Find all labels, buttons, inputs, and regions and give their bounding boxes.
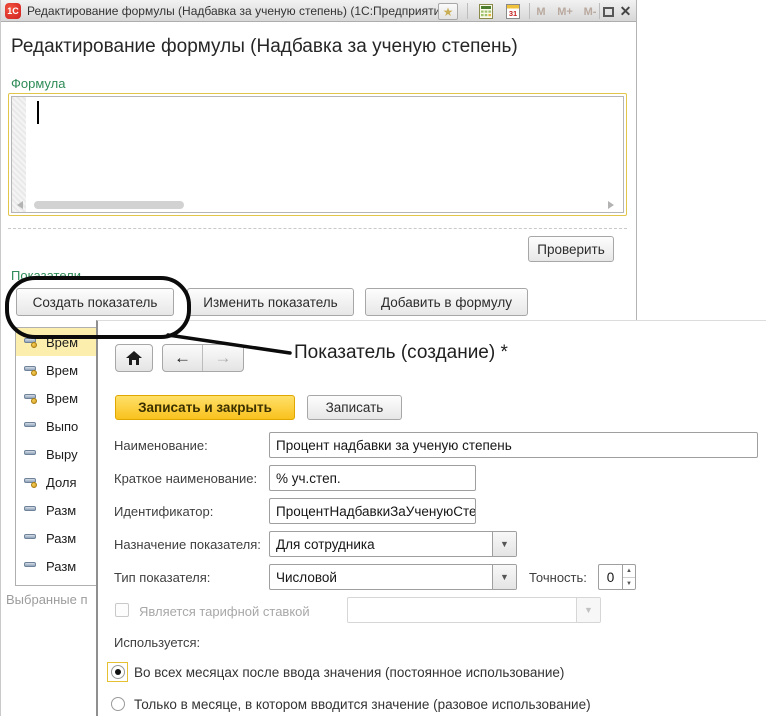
maximize-icon — [603, 7, 614, 17]
window-title: Редактирование формулы (Надбавка за учен… — [27, 4, 451, 18]
maximize-button[interactable] — [601, 3, 615, 20]
indicator-icon — [24, 560, 38, 572]
calendar-button[interactable]: 31 — [504, 3, 522, 20]
home-button[interactable] — [115, 344, 153, 372]
radio-once-label: Только в месяце, в котором вводится знач… — [134, 697, 591, 712]
save-button[interactable]: Записать — [307, 395, 402, 420]
calculator-icon — [479, 4, 493, 19]
chevron-down-icon: ▼ — [576, 598, 600, 622]
memory-subtract-button: M- — [579, 3, 601, 20]
check-formula-button[interactable]: Проверить — [528, 236, 614, 262]
add-to-formula-button[interactable]: Добавить в формулу — [365, 288, 528, 316]
editor-gutter — [12, 97, 26, 212]
favorites-button[interactable]: ★ — [438, 3, 458, 20]
indicator-icon — [24, 420, 38, 432]
memory-recall-button: M — [534, 3, 548, 20]
calendar-icon: 31 — [506, 4, 520, 19]
star-icon: ★ — [443, 5, 454, 19]
tariff-combobox: ▼ — [347, 597, 601, 623]
1c-logo-icon: 1С — [5, 3, 21, 19]
precision-stepper[interactable]: 0 ▲ ▼ — [598, 564, 636, 590]
radio-once-use[interactable] — [111, 697, 125, 711]
scroll-right-arrow-icon[interactable] — [608, 201, 614, 209]
edit-indicator-button[interactable]: Изменить показатель — [187, 288, 354, 316]
spinner-down-icon[interactable]: ▼ — [623, 577, 635, 589]
forward-button: → — [203, 345, 243, 371]
close-button[interactable]: ✕ — [618, 3, 633, 20]
radio-permanent-use[interactable] — [111, 665, 125, 679]
name-label: Наименование: — [114, 438, 208, 453]
formula-editor-area[interactable] — [11, 96, 624, 213]
page-title: Редактирование формулы (Надбавка за учен… — [11, 36, 518, 58]
indicator-icon — [24, 392, 38, 404]
formula-group-label: Формула — [11, 76, 65, 91]
spinner-up-icon[interactable]: ▲ — [623, 565, 635, 577]
type-label: Тип показателя: — [114, 570, 210, 585]
indicator-icon — [24, 364, 38, 376]
indicator-icon — [24, 476, 38, 488]
indicator-icon — [24, 448, 38, 460]
identifier-field[interactable]: ПроцентНадбавкиЗаУченуюСтепе — [269, 498, 476, 524]
indicator-form-window: ← → Показатель (создание) * Записать и з… — [96, 320, 766, 716]
back-button[interactable]: ← — [163, 345, 203, 371]
close-icon: ✕ — [620, 3, 632, 20]
form-window-title: Показатель (создание) * — [294, 342, 508, 364]
selected-indicators-label: Выбранные п — [6, 592, 88, 607]
usage-label: Используется: — [114, 635, 200, 650]
indicator-icon — [24, 336, 38, 348]
short-name-label: Краткое наименование: — [114, 471, 257, 486]
chevron-down-icon[interactable]: ▼ — [492, 532, 516, 556]
purpose-combobox[interactable]: Для сотрудника ▼ — [269, 531, 517, 557]
divider — [8, 228, 627, 229]
text-caret — [37, 101, 39, 124]
memory-add-button: M+ — [554, 3, 576, 20]
scroll-left-arrow-icon[interactable] — [17, 201, 23, 209]
radio-permanent-label: Во всех месяцах после ввода значения (по… — [134, 665, 564, 680]
name-field[interactable]: Процент надбавки за ученую степень — [269, 432, 758, 458]
tariff-rate-label: Является тарифной ставкой — [139, 604, 310, 619]
history-nav: ← → — [162, 344, 244, 372]
identifier-label: Идентификатор: — [114, 504, 213, 519]
home-icon — [126, 351, 142, 365]
title-bar: 1С Редактирование формулы (Надбавка за у… — [1, 0, 636, 22]
tariff-rate-checkbox — [115, 603, 129, 617]
purpose-label: Назначение показателя: — [114, 537, 261, 552]
precision-value: 0 — [599, 565, 622, 589]
save-and-close-button[interactable]: Записать и закрыть — [115, 395, 295, 420]
chevron-down-icon[interactable]: ▼ — [492, 565, 516, 589]
horizontal-scrollbar-thumb[interactable] — [34, 201, 184, 209]
indicator-icon — [24, 504, 38, 516]
create-indicator-button[interactable]: Создать показатель — [16, 288, 174, 316]
type-combobox[interactable]: Числовой ▼ — [269, 564, 517, 590]
short-name-field[interactable]: % уч.степ. — [269, 465, 476, 491]
calculator-button[interactable] — [477, 3, 495, 20]
screen: 1С Редактирование формулы (Надбавка за у… — [0, 0, 766, 716]
indicator-icon — [24, 532, 38, 544]
indicators-group-label: Показатели — [11, 268, 81, 283]
precision-label: Точность: — [529, 570, 587, 585]
svg-text:31: 31 — [509, 9, 517, 18]
